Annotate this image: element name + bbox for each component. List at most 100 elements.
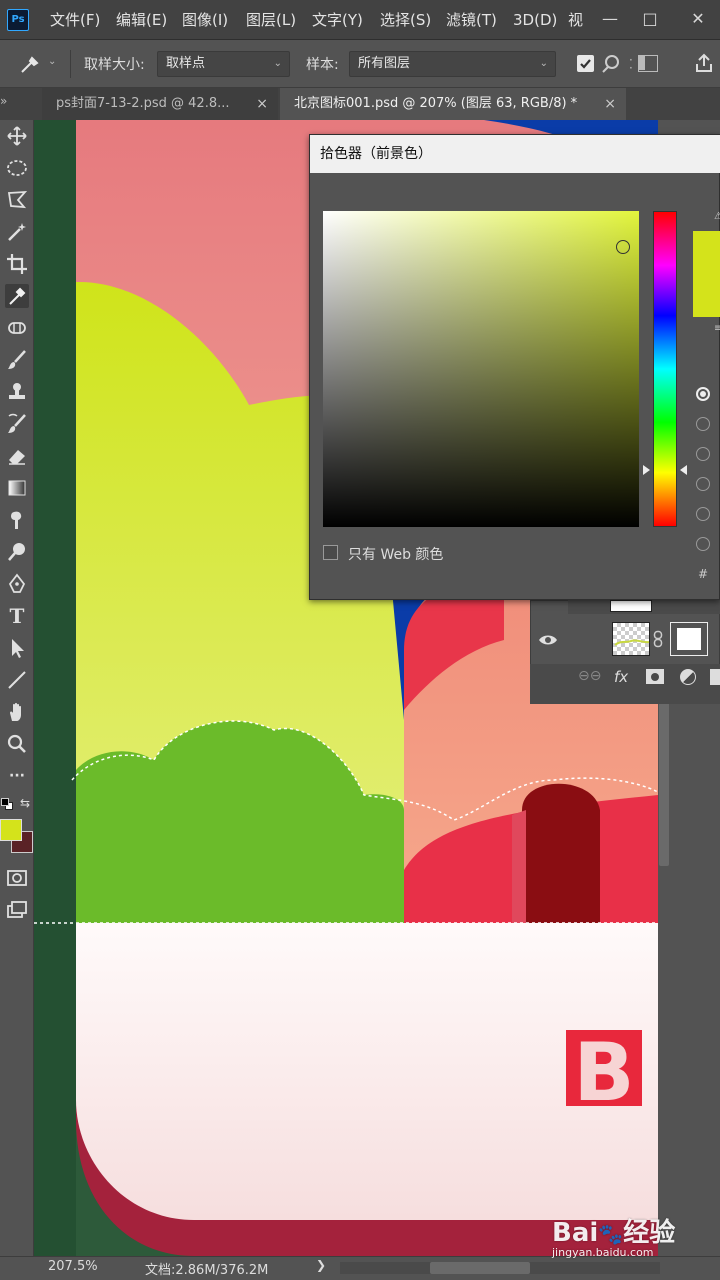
menu-image[interactable]: 图像(I) <box>182 0 228 40</box>
horizontal-scroll-thumb[interactable] <box>430 1262 530 1274</box>
tab-label: 北京图标001.psd @ 207% (图层 63, RGB/8) * <box>294 96 578 111</box>
show-sampling-ring-checkbox[interactable] <box>577 55 594 72</box>
radio-r[interactable] <box>696 477 710 491</box>
brush-tool-icon[interactable] <box>5 348 29 372</box>
pen-tool-icon[interactable] <box>5 572 29 596</box>
canvas-letter: B <box>574 1026 635 1119</box>
watermark-brand-text-2: 经验 <box>623 1218 676 1248</box>
eraser-tool-icon[interactable] <box>5 444 29 468</box>
gradient-tool-icon[interactable] <box>5 476 29 500</box>
photoshop-logo: Ps <box>7 9 29 31</box>
sample-label: 样本: <box>306 57 339 73</box>
foreground-color-swatch[interactable] <box>0 819 22 841</box>
zoom-level[interactable]: 207.5% <box>48 1259 98 1274</box>
zoom-tool-icon[interactable] <box>5 732 29 756</box>
link-layers-icon[interactable]: ⊖⊖ <box>578 668 601 684</box>
radio-g[interactable] <box>696 507 710 521</box>
type-tool-icon[interactable]: T <box>5 604 29 628</box>
tab-document-1[interactable]: ps封面7-13-2.psd @ 42.8... × <box>42 88 278 120</box>
add-mask-icon[interactable] <box>646 669 664 684</box>
menu-file[interactable]: 文件(F) <box>50 0 100 40</box>
minimize-button[interactable]: — <box>590 0 630 40</box>
color-picker-dialog: 拾色器（前景色） ⚠ ≡ # 只有 Web 颜色 <box>309 134 720 600</box>
web-colors-label: 只有 Web 颜色 <box>348 547 444 563</box>
adjustment-layer-icon[interactable] <box>680 669 696 685</box>
radio-h[interactable] <box>696 387 710 401</box>
chevron-down-icon: ⌄ <box>273 58 282 69</box>
fx-icon[interactable]: fx <box>614 668 628 686</box>
saturation-brightness-field[interactable] <box>323 211 639 527</box>
new-color-swatch <box>693 231 720 317</box>
hue-slider[interactable] <box>653 211 677 527</box>
share-icon[interactable] <box>694 52 714 74</box>
close-icon[interactable]: × <box>256 88 268 120</box>
hue-slider-handle-right[interactable] <box>680 465 687 475</box>
tool-preset-caret-icon[interactable]: ⌄ <box>48 56 56 67</box>
hue-slider-handle-left[interactable] <box>643 465 650 475</box>
patch-tool-icon[interactable] <box>5 316 29 340</box>
hand-tool-icon[interactable] <box>5 700 29 724</box>
menu-select[interactable]: 选择(S) <box>380 0 431 40</box>
stamp-tool-icon[interactable] <box>5 380 29 404</box>
warning-icon: ⚠ <box>714 211 720 222</box>
sample-select[interactable]: 所有图层 ⌄ <box>349 51 556 77</box>
move-tool-icon[interactable] <box>5 124 29 148</box>
default-colors-icon[interactable] <box>1 798 13 810</box>
arch-door <box>522 783 600 923</box>
sample-value: 所有图层 <box>358 56 411 71</box>
document-size: 文档:2.86M/376.2M <box>145 1263 269 1278</box>
swap-colors-icon[interactable]: ⇆ <box>20 796 30 810</box>
new-group-icon[interactable] <box>710 669 720 685</box>
visibility-eye-icon[interactable] <box>538 632 558 646</box>
sample-size-label: 取样大小: <box>84 57 145 73</box>
collapse-arrows-icon[interactable]: » <box>0 94 7 108</box>
workspace-icon[interactable] <box>638 55 658 72</box>
close-button[interactable]: ✕ <box>678 0 718 40</box>
sample-size-select[interactable]: 取样点 ⌄ <box>157 51 290 77</box>
radio-b-channel[interactable] <box>696 537 710 551</box>
menu-type[interactable]: 文字(Y) <box>312 0 363 40</box>
maximize-button[interactable]: □ <box>630 0 670 40</box>
radio-s[interactable] <box>696 417 710 431</box>
dodge-tool-icon[interactable] <box>5 540 29 564</box>
link-icon[interactable] <box>653 630 663 648</box>
screen-mode-icon[interactable] <box>5 898 29 922</box>
vertical-scrollbar[interactable] <box>659 680 669 866</box>
radio-b[interactable] <box>696 447 710 461</box>
menu-edit[interactable]: 编辑(E) <box>116 0 167 40</box>
more-tools-icon[interactable]: ··· <box>5 764 29 788</box>
layer-thumbnail <box>610 600 652 612</box>
lasso-tool-icon[interactable] <box>5 156 29 180</box>
close-icon[interactable]: × <box>604 88 616 120</box>
tab-document-2[interactable]: 北京图标001.psd @ 207% (图层 63, RGB/8) * × <box>280 88 626 120</box>
history-brush-tool-icon[interactable] <box>5 412 29 436</box>
color-picker-marker[interactable] <box>616 240 630 254</box>
layer-mask-thumbnail[interactable] <box>670 622 708 656</box>
line-tool-icon[interactable] <box>5 668 29 692</box>
path-select-tool-icon[interactable] <box>5 636 29 660</box>
paw-icon: 🐾 <box>598 1222 624 1246</box>
search-icon[interactable] <box>600 53 624 75</box>
watermark-url: jingyan.baidu.com <box>552 1246 654 1259</box>
dialog-title[interactable]: 拾色器（前景色） <box>310 135 720 173</box>
tab-label: ps封面7-13-2.psd @ 42.8... <box>56 96 230 111</box>
eyedropper-icon[interactable] <box>18 53 42 75</box>
layer-thumbnail[interactable] <box>612 622 650 656</box>
crop-tool-icon[interactable] <box>5 252 29 276</box>
sample-size-value: 取样点 <box>166 56 206 71</box>
smudge-tool-icon[interactable] <box>5 508 29 532</box>
menu-view[interactable]: 视 <box>568 0 583 40</box>
status-menu-arrow-icon[interactable]: ❯ <box>316 1258 326 1272</box>
quick-mask-icon[interactable] <box>5 866 29 890</box>
web-colors-checkbox[interactable] <box>323 545 338 560</box>
menu-filter[interactable]: 滤镜(T) <box>446 0 497 40</box>
watermark-brand: Bai🐾经验 <box>552 1212 675 1249</box>
polygon-lasso-tool-icon[interactable] <box>5 188 29 212</box>
menu-layer[interactable]: 图层(L) <box>246 0 296 40</box>
hex-label: # <box>698 567 709 581</box>
dots-icon: · · <box>629 53 633 75</box>
eyedropper-tool-icon[interactable] <box>5 284 29 308</box>
magic-wand-tool-icon[interactable] <box>5 220 29 244</box>
divider <box>70 50 71 78</box>
menu-3d[interactable]: 3D(D) <box>513 0 557 40</box>
